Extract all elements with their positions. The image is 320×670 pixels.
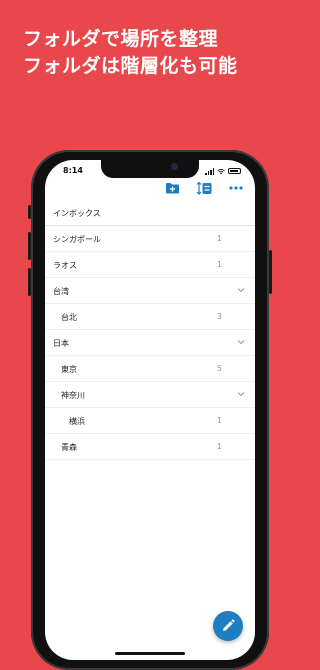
more-button[interactable] [227,181,245,195]
folder-label: シンガポール [53,235,101,244]
folder-row-inbox[interactable]: インボックス [45,200,255,226]
folder-label: 台北 [61,313,77,322]
toolbar [163,180,245,196]
folder-count: 1 [216,442,222,451]
more-icon [229,186,243,190]
compose-button[interactable] [213,611,243,641]
folder-row[interactable]: 東京 5 [45,356,255,382]
promo-headline: フォルダで場所を整理 フォルダは階層化も可能 [23,26,293,80]
chevron-down-icon[interactable] [237,339,245,345]
folder-row[interactable]: 日本 [45,330,255,356]
chevron-down-icon[interactable] [237,391,245,397]
volume-up-button [28,232,31,260]
folder-row[interactable]: 青森 1 [45,434,255,460]
reorder-button[interactable] [195,181,213,195]
folder-row[interactable]: シンガポール 1 [45,226,255,252]
folder-count: 1 [216,260,222,269]
mute-switch [28,205,31,219]
folder-label: 神奈川 [61,391,85,400]
folder-label: インボックス [53,209,101,218]
power-button [269,250,272,294]
folder-row[interactable]: ラオス 1 [45,252,255,278]
notch [101,160,199,178]
folder-label: 台湾 [53,287,69,296]
chevron-down-icon[interactable] [237,287,245,293]
status-icons [205,167,241,175]
folder-row[interactable]: 横浜 1 [45,408,255,434]
folder-label: 横浜 [69,417,85,426]
folder-list: インボックス シンガポール 1 ラオス 1 台湾 台北 3 日本 東京 5 神奈… [45,200,255,460]
volume-down-button [28,268,31,296]
folder-count: 1 [216,416,222,425]
folder-label: 東京 [61,365,77,374]
folder-count: 1 [216,234,222,243]
headline-line-1: フォルダで場所を整理 [23,28,219,50]
status-time: 8:14 [63,166,83,175]
folder-row[interactable]: 台湾 [45,278,255,304]
pencil-icon [223,619,235,631]
headline-line-2: フォルダは階層化も可能 [23,55,238,77]
wifi-icon [217,168,225,174]
reorder-list-icon [196,181,212,195]
signal-icon [205,167,214,175]
folder-label: ラオス [53,261,77,270]
home-indicator[interactable] [115,652,185,655]
battery-icon [228,168,241,174]
app-screen: 8:14 インボックス シンガポール 1 ラオス 1 台湾 台北 3 日本 東京… [45,160,255,660]
folder-count: 5 [216,364,222,373]
folder-row[interactable]: 台北 3 [45,304,255,330]
folder-label: 日本 [53,339,69,348]
folder-label: 青森 [61,443,77,452]
add-folder-icon [165,183,179,194]
front-camera [171,163,178,170]
folder-row[interactable]: 神奈川 [45,382,255,408]
add-folder-button[interactable] [163,181,181,195]
folder-count: 3 [216,312,222,321]
